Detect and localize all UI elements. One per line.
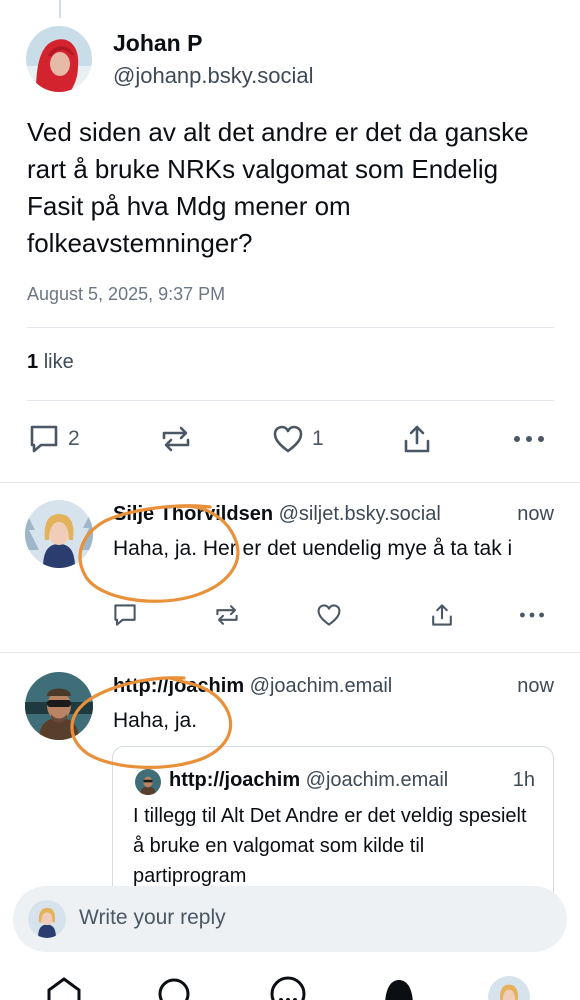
bottom-nav: [0, 960, 580, 1000]
quote-header: http://joachim @joachim.email: [169, 769, 448, 792]
likes-summary[interactable]: 1 like: [27, 351, 74, 374]
reply-placeholder[interactable]: Write your reply: [79, 906, 226, 930]
reply-button[interactable]: 2: [28, 424, 80, 454]
reply-text: Haha, ja. Her er det uendelig mye å ta t…: [113, 537, 513, 560]
reply-author-handle[interactable]: @joachim.email: [250, 675, 393, 697]
reply-author-handle[interactable]: @siljet.bsky.social: [279, 503, 441, 525]
author-name[interactable]: Johan P: [113, 30, 202, 57]
profile-avatar[interactable]: [488, 976, 530, 1000]
reply-item[interactable]: Silje Thorvildsen @siljet.bsky.social no…: [0, 483, 580, 650]
heart-icon: [317, 604, 341, 626]
post-text: Ved siden av alt det andre er det da gan…: [27, 117, 529, 258]
reply-time: now: [517, 503, 554, 525]
chat-icon[interactable]: [268, 976, 308, 1000]
comment-icon: [30, 425, 58, 453]
likes-label: like: [43, 351, 74, 373]
reply-button[interactable]: [112, 603, 138, 627]
quote-author-handle: @joachim.email: [305, 769, 449, 791]
repost-button[interactable]: [160, 424, 192, 454]
quote-text: I tillegg til Alt Det Andre er det veldi…: [133, 805, 527, 887]
repost-icon: [162, 426, 190, 452]
repost-button[interactable]: [214, 603, 240, 627]
share-icon: [432, 604, 452, 626]
more-button[interactable]: [518, 603, 546, 627]
main-post: Johan P @johanp.bsky.social Ved siden av…: [0, 0, 580, 480]
reply-avatar[interactable]: [25, 500, 93, 568]
quote-avatar: [135, 769, 161, 795]
repost-icon: [216, 605, 238, 625]
home-icon[interactable]: [46, 976, 82, 1000]
notifications-icon[interactable]: [382, 976, 416, 1000]
reply-time: now: [517, 675, 554, 697]
composer-avatar: [28, 900, 66, 938]
comment-icon: [114, 604, 136, 626]
divider: [27, 400, 554, 401]
quote-author-name: http://joachim: [169, 769, 301, 791]
heart-icon: [273, 425, 303, 453]
reply-composer[interactable]: Write your reply: [13, 886, 567, 952]
reply-count: 2: [68, 427, 80, 450]
like-count: 1: [312, 427, 324, 450]
search-icon[interactable]: [156, 976, 192, 1000]
post-date: August 5, 2025, 9:37 PM: [27, 284, 226, 304]
reply-author-name[interactable]: http://joachim: [113, 675, 244, 697]
reply-author-name[interactable]: Silje Thorvildsen: [113, 503, 273, 525]
quoted-post[interactable]: http://joachim @joachim.email 1h I tille…: [112, 746, 554, 906]
share-button[interactable]: [402, 424, 432, 454]
author-handle[interactable]: @johanp.bsky.social: [113, 63, 313, 89]
like-button[interactable]: 1: [272, 424, 324, 454]
likes-count: 1: [27, 351, 39, 373]
divider: [27, 327, 554, 328]
more-button[interactable]: [512, 424, 546, 454]
reply-header: Silje Thorvildsen @siljet.bsky.social: [113, 503, 441, 526]
reply-avatar[interactable]: [25, 672, 93, 740]
quote-time: 1h: [512, 769, 535, 791]
share-button[interactable]: [430, 603, 454, 627]
author-avatar[interactable]: [26, 26, 92, 92]
more-icon: [520, 612, 544, 618]
reply-text: Haha, ja.: [113, 709, 198, 732]
reply-header: http://joachim @joachim.email: [113, 675, 392, 698]
share-icon: [404, 425, 430, 453]
more-icon: [514, 436, 544, 442]
like-button[interactable]: [316, 603, 342, 627]
